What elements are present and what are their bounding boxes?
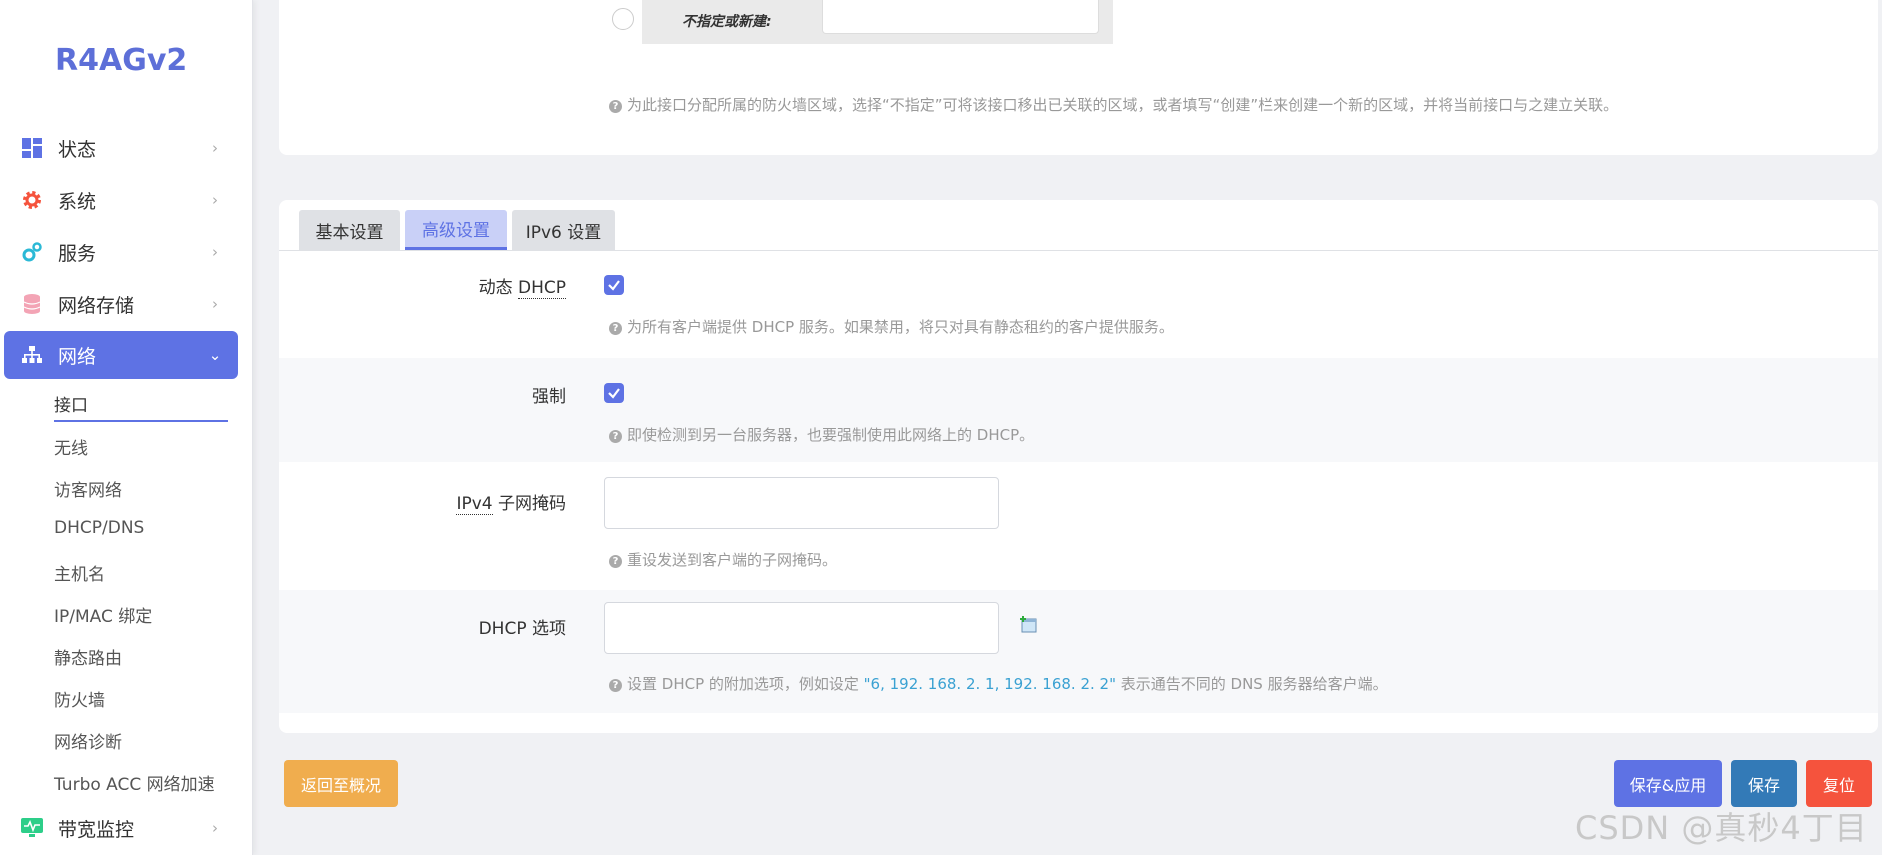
add-option-icon[interactable] (1020, 616, 1038, 634)
zone-help-text: ? 为此接口分配所属的防火墙区域，选择“不指定”可将该接口移出已关联的区域，或者填… (609, 94, 1618, 115)
chevron-right-icon: › (212, 191, 218, 209)
ipv4-netmask-help: ? 重设发送到客户端的子网掩码。 (609, 549, 837, 570)
menu-item-storage[interactable]: 网络存储 › (4, 280, 238, 328)
question-icon: ? (609, 322, 622, 335)
menu-label: 系统 (58, 190, 97, 213)
monitor-icon (20, 816, 44, 840)
tab-ipv6-settings[interactable]: IPv6 设置 (512, 210, 615, 250)
sidebar: R4AGv2 状态 › 系统 › 服务 › 网络存储 › 网络 ⌄ 接口 无线 … (0, 0, 253, 855)
dhcp-options-input[interactable] (604, 602, 999, 654)
submenu-item-interfaces[interactable]: 接口 (54, 391, 88, 416)
back-to-overview-button[interactable]: 返回至概况 (284, 760, 398, 807)
gears-icon (20, 240, 44, 264)
dynamic-dhcp-help: ? 为所有客户端提供 DHCP 服务。如果禁用，将只对具有静态租约的客户提供服务。 (609, 316, 1174, 337)
dynamic-dhcp-checkbox[interactable] (604, 275, 624, 295)
ipv4-netmask-input[interactable] (604, 477, 999, 529)
force-label: 强制 (532, 387, 566, 407)
field-row-force (279, 358, 1878, 462)
save-apply-button[interactable]: 保存&应用 (1614, 760, 1722, 807)
menu-label: 网络 (58, 345, 97, 368)
submenu-item-static-routes[interactable]: 静态路由 (54, 644, 122, 669)
check-icon (608, 280, 620, 291)
menu-item-bandwidth-monitor[interactable]: 带宽监控 › (4, 804, 238, 852)
submenu-item-hostnames[interactable]: 主机名 (54, 560, 105, 585)
zone-radio[interactable] (612, 8, 634, 30)
dhcp-options-help: ? 设置 DHCP 的附加选项，例如设定 "6, 192. 168. 2. 1, … (609, 673, 1388, 694)
tab-advanced-settings[interactable]: 高级设置 (405, 210, 507, 250)
force-help: ? 即使检测到另一台服务器，也要强制使用此网络上的 DHCP。 (609, 424, 1034, 445)
menu-label: 带宽监控 (58, 818, 135, 841)
chevron-right-icon: › (212, 819, 218, 837)
field-row-dynamic-dhcp: 动态 DHCP (279, 251, 589, 311)
question-icon: ? (609, 430, 622, 443)
question-icon: ? (609, 100, 622, 113)
chevron-right-icon: › (212, 139, 218, 157)
field-row-dhcp-options (279, 590, 1878, 713)
menu-item-services[interactable]: 服务 › (4, 228, 238, 276)
firewall-zone-panel: 不指定或新建: ? 为此接口分配所属的防火墙区域，选择“不指定”可将该接口移出已关… (279, 0, 1878, 155)
zone-option-label: 不指定或新建: (682, 14, 772, 30)
logo: R4AGv2 (55, 43, 188, 78)
dynamic-dhcp-label: 动态 DHCP (478, 278, 566, 299)
ipv4-netmask-label: IPv4 子网掩码 (456, 494, 566, 515)
zone-create-input[interactable] (822, 0, 1099, 34)
force-checkbox[interactable] (604, 383, 624, 403)
database-icon (20, 292, 44, 316)
menu-label: 服务 (58, 242, 97, 265)
menu-item-network[interactable]: 网络 ⌄ (4, 331, 238, 379)
save-button[interactable]: 保存 (1731, 760, 1797, 807)
dashboard-icon (20, 136, 44, 160)
submenu-item-ip-mac-binding[interactable]: IP/MAC 绑定 (54, 602, 152, 627)
menu-item-status[interactable]: 状态 › (4, 124, 238, 172)
submenu-item-diagnostics[interactable]: 网络诊断 (54, 728, 122, 753)
question-icon: ? (609, 679, 622, 692)
zone-option-row: 不指定或新建: (642, 0, 1113, 44)
check-icon (608, 388, 620, 399)
menu-item-system[interactable]: 系统 › (4, 176, 238, 224)
gear-icon (20, 188, 44, 212)
chevron-right-icon: › (212, 295, 218, 313)
tab-basic-settings[interactable]: 基本设置 (299, 210, 400, 250)
menu-label: 网络存储 (58, 294, 135, 317)
reset-button[interactable]: 复位 (1806, 760, 1872, 807)
chevron-down-icon: ⌄ (208, 346, 222, 364)
watermark: CSDN @真秒4丁目 (1575, 809, 1868, 847)
network-icon (20, 343, 44, 367)
submenu-item-dhcp-dns[interactable]: DHCP/DNS (54, 518, 144, 538)
submenu-item-wireless[interactable]: 无线 (54, 434, 88, 459)
active-indicator (54, 420, 228, 422)
chevron-right-icon: › (212, 243, 218, 261)
submenu-item-turbo-acc[interactable]: Turbo ACC 网络加速 (54, 770, 215, 795)
question-icon: ? (609, 555, 622, 568)
submenu-item-firewall[interactable]: 防火墙 (54, 686, 105, 711)
menu-label: 状态 (58, 138, 97, 161)
submenu-item-guest-network[interactable]: 访客网络 (54, 476, 122, 501)
dhcp-options-label: DHCP 选项 (478, 619, 566, 639)
